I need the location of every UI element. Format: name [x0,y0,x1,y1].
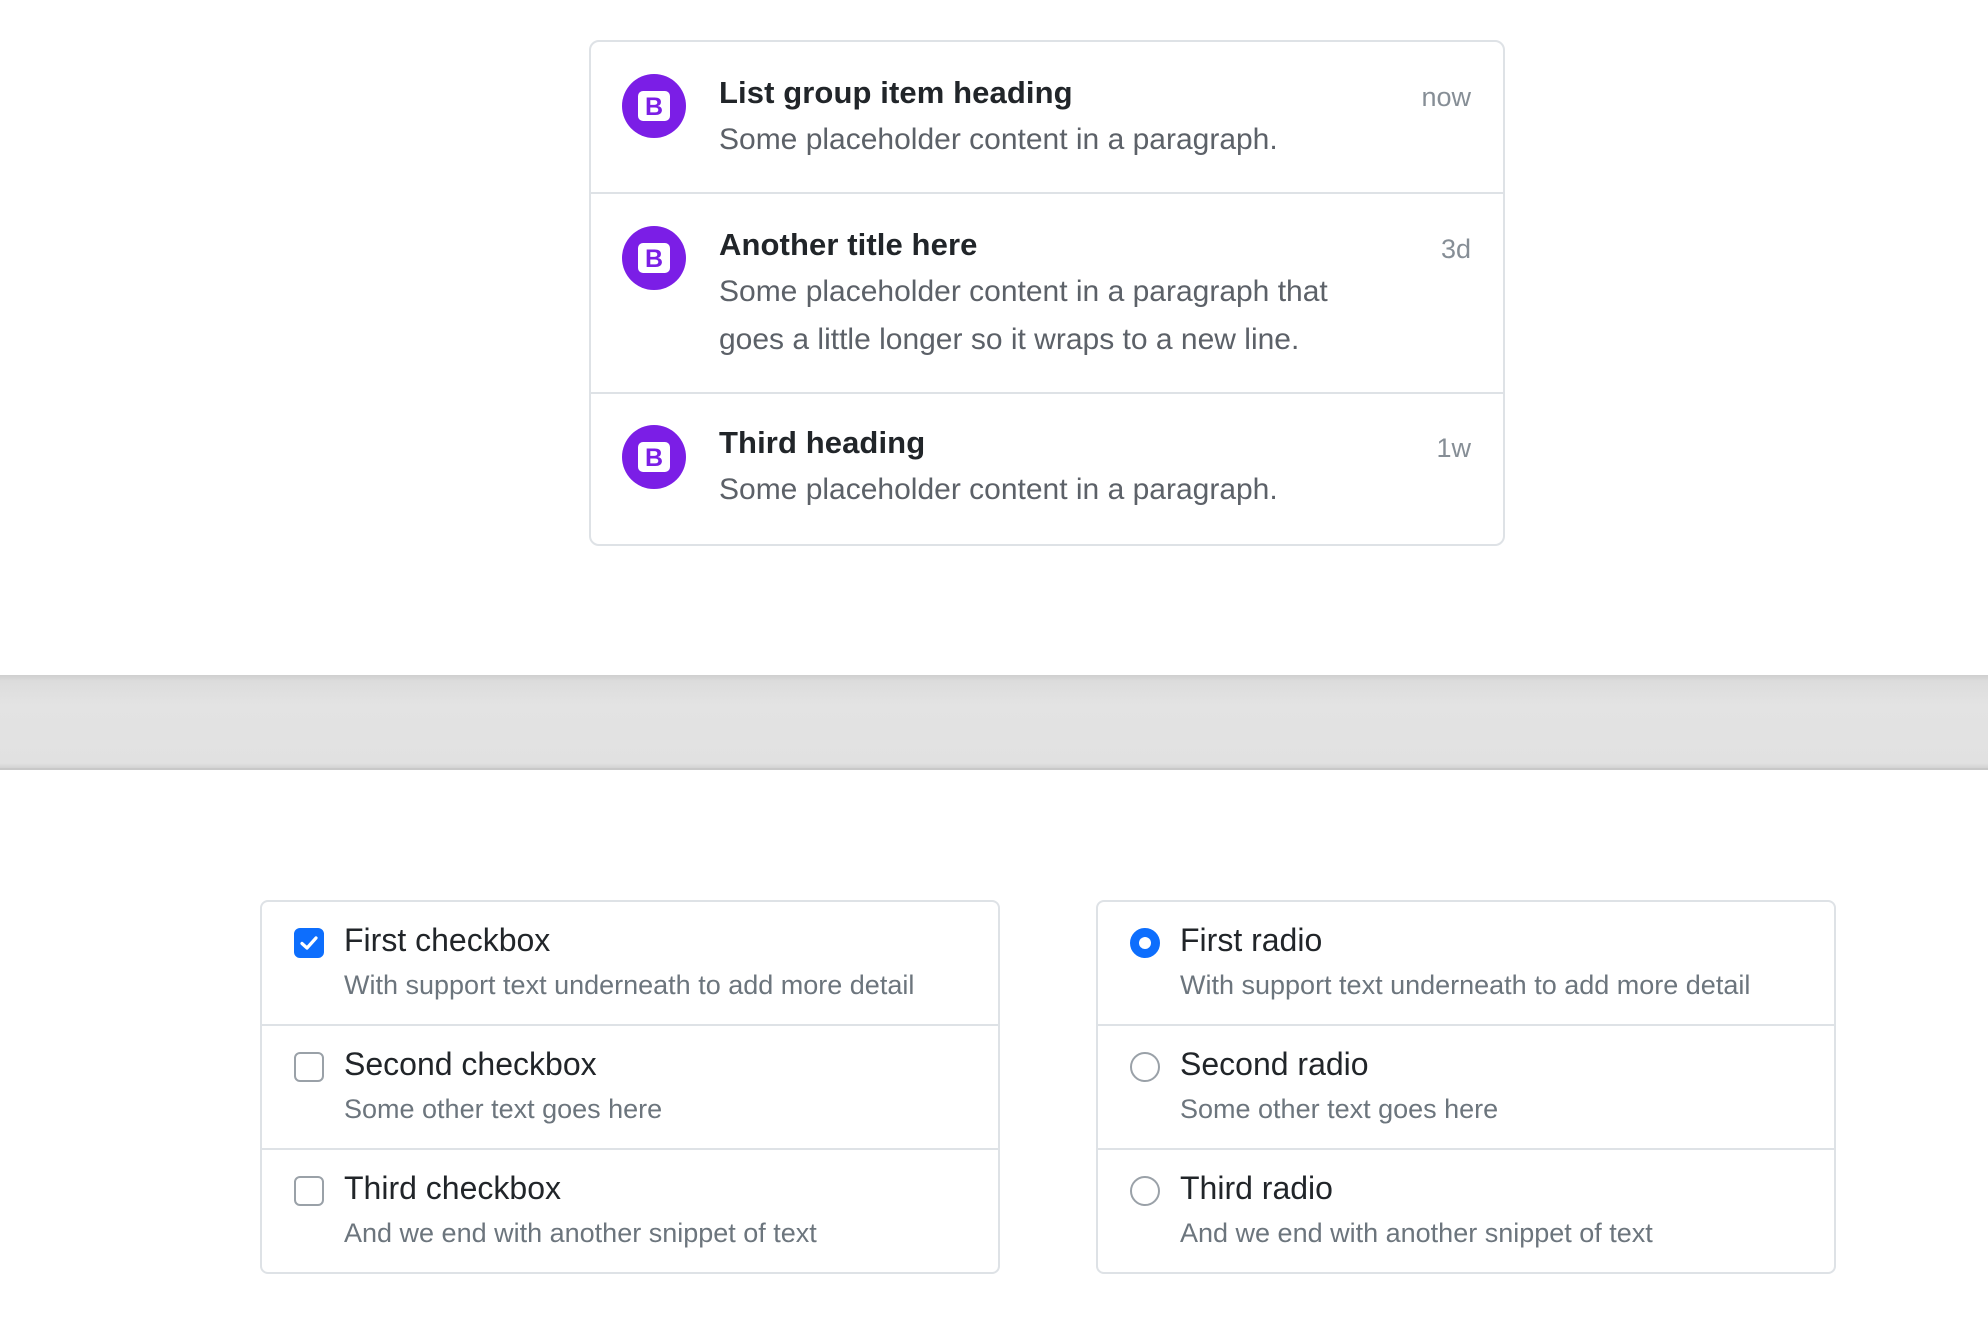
list-item-time: 1w [1436,433,1471,463]
bootstrap-logo-icon: B [622,74,686,138]
bootstrap-logo-icon: B [622,425,686,489]
svg-text:B: B [645,93,663,121]
radio-support-text: And we end with another snippet of text [1180,1218,1653,1248]
svg-text:B: B [645,444,663,472]
radio-item[interactable]: Third radio And we end with another snip… [1098,1150,1834,1272]
radio-list-group: First radio With support text underneath… [1096,900,1836,1274]
checkbox-label: Third checkbox [344,1170,561,1206]
checkbox-item[interactable]: Third checkbox And we end with another s… [262,1150,998,1272]
radio-selected[interactable] [1130,928,1160,958]
list-item-heading: Another title here [719,227,978,262]
checkbox-support-text: With support text underneath to add more… [344,970,915,1000]
radio-label: Second radio [1180,1046,1369,1082]
radio-support-text: Some other text goes here [1180,1094,1499,1124]
checkbox-item[interactable]: Second checkbox Some other text goes her… [262,1026,998,1150]
list-item-text: Some placeholder content in a paragraph … [719,275,1328,356]
list-item-text: Some placeholder content in a paragraph. [719,473,1278,506]
checkbox-checked[interactable] [294,928,324,958]
list-group: B List group item heading Some placehold… [589,40,1505,546]
radio-item[interactable]: First radio With support text underneath… [1098,902,1834,1026]
checkbox-list-group: First checkbox With support text underne… [260,900,1000,1274]
list-item-text: Some placeholder content in a paragraph. [719,123,1278,156]
list-item-time: 3d [1440,234,1471,264]
radio-support-text: With support text underneath to add more… [1180,970,1751,1000]
radio-unselected[interactable] [1130,1176,1160,1206]
section-divider [0,675,1988,770]
list-group-item[interactable]: B List group item heading Some placehold… [591,42,1503,194]
radio-item[interactable]: Second radio Some other text goes here [1098,1026,1834,1150]
radio-unselected[interactable] [1130,1052,1160,1082]
svg-text:B: B [645,245,663,273]
list-group-item[interactable]: B Another title here Some placeholder co… [591,194,1503,394]
checkmark-icon [300,936,318,950]
checkbox-support-text: Some other text goes here [344,1094,663,1124]
radio-label: First radio [1180,922,1323,958]
list-item-heading: Third heading [719,425,926,460]
checkbox-label: Second checkbox [344,1046,597,1082]
checkbox-label: First checkbox [344,922,551,958]
list-group-item[interactable]: B Third heading Some placeholder content… [591,394,1503,544]
checkbox-support-text: And we end with another snippet of text [344,1218,817,1248]
bootstrap-logo-icon: B [622,226,686,290]
checkbox-item[interactable]: First checkbox With support text underne… [262,902,998,1026]
list-item-time: now [1421,82,1471,112]
radio-label: Third radio [1180,1170,1333,1206]
checkbox-unchecked[interactable] [294,1176,324,1206]
checkbox-unchecked[interactable] [294,1052,324,1082]
list-item-heading: List group item heading [719,75,1073,110]
